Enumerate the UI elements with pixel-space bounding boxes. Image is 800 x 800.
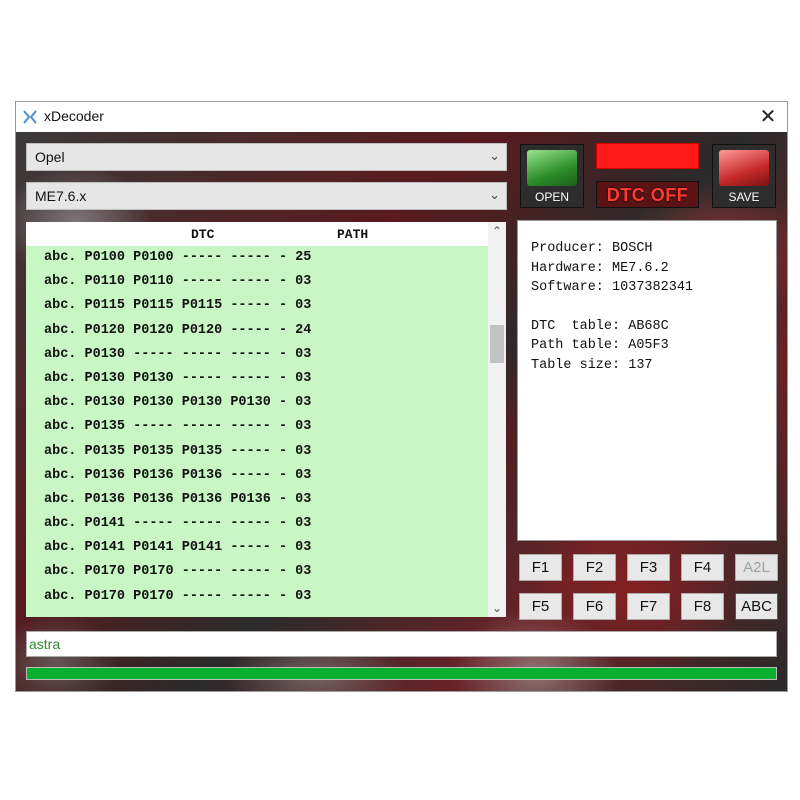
dtc-off-button[interactable]: DTC OFF (596, 181, 699, 208)
xdecoder-app-icon (23, 110, 37, 124)
list-item[interactable]: abc. P0135 P0135 P0135 ----- - 03 (26, 440, 488, 464)
title-bar: xDecoder ✕ (16, 102, 787, 132)
f6-button[interactable]: F6 (573, 593, 616, 620)
make-select-value: Opel (35, 149, 65, 165)
chevron-down-icon: ⌄ (489, 148, 500, 163)
scroll-thumb[interactable] (490, 325, 504, 363)
search-input[interactable]: astra (26, 631, 777, 657)
f5-button[interactable]: F5 (519, 593, 562, 620)
f3-button[interactable]: F3 (627, 554, 670, 581)
list-item[interactable]: abc. P0135 ----- ----- ----- - 03 (26, 415, 488, 439)
list-item[interactable]: abc. P0130 P0130 P0130 P0130 - 03 (26, 391, 488, 415)
ecu-select-value: ME7.6.x (35, 188, 87, 204)
column-header-dtc: DTC (191, 227, 215, 242)
info-dtc-table: DTC table: AB68C (531, 318, 669, 334)
info-producer: Producer: BOSCH (531, 241, 653, 256)
main-area: Opel ⌄ ME7.6.x ⌄ OPEN DTC OFF SAVE DTC P… (16, 132, 787, 691)
open-folder-icon (527, 150, 577, 186)
list-item[interactable]: abc. P0136 P0136 P0136 P0136 - 03 (26, 488, 488, 512)
dtc-rows: abc. P0100 P0100 ----- ----- - 25 abc. P… (26, 246, 488, 609)
list-item[interactable]: abc. P0110 P0110 ----- ----- - 03 (26, 270, 488, 294)
f2-button[interactable]: F2 (573, 554, 616, 581)
save-button-label: SAVE (728, 190, 760, 204)
ecu-select[interactable]: ME7.6.x ⌄ (26, 182, 507, 210)
app-window: xDecoder ✕ Opel ⌄ ME7.6.x ⌄ OPEN DTC OFF… (15, 101, 788, 692)
f1-button[interactable]: F1 (519, 554, 562, 581)
make-select[interactable]: Opel ⌄ (26, 143, 507, 171)
info-path-table: Path table: A05F3 (531, 338, 669, 353)
close-button[interactable]: ✕ (754, 104, 782, 130)
list-item[interactable]: abc. P0100 P0100 ----- ----- - 25 (26, 246, 488, 270)
list-scrollbar[interactable]: ⌃ ⌄ (488, 222, 506, 617)
save-button[interactable]: SAVE (712, 144, 776, 208)
a2l-button[interactable]: A2L (735, 554, 778, 581)
list-item[interactable]: abc. P0170 P0170 ----- ----- - 03 (26, 585, 488, 609)
dtc-list-header: DTC PATH (26, 222, 488, 246)
list-item[interactable]: abc. P0120 P0120 P0120 ----- - 24 (26, 319, 488, 343)
open-button-label: OPEN (534, 190, 569, 204)
f4-button[interactable]: F4 (681, 554, 724, 581)
ecu-info-panel: Producer: BOSCH Hardware: ME7.6.2 Softwa… (517, 220, 777, 541)
list-item[interactable]: abc. P0141 ----- ----- ----- - 03 (26, 512, 488, 536)
list-item[interactable]: abc. P0130 ----- ----- ----- - 03 (26, 343, 488, 367)
chevron-down-icon[interactable]: ⌄ (488, 599, 506, 617)
window-title: xDecoder (44, 108, 104, 124)
f7-button[interactable]: F7 (627, 593, 670, 620)
chevron-up-icon[interactable]: ⌃ (488, 222, 506, 240)
progress-fill (27, 668, 776, 679)
abc-button[interactable]: ABC (735, 593, 778, 620)
info-table-size: Table size: 137 (531, 357, 653, 373)
list-item[interactable]: abc. P0130 P0130 ----- ----- - 03 (26, 367, 488, 391)
progress-bar (26, 667, 777, 680)
list-item[interactable]: abc. P0170 P0170 ----- ----- - 03 (26, 560, 488, 584)
list-item[interactable]: abc. P0136 P0136 P0136 ----- - 03 (26, 464, 488, 488)
dtc-off-label: DTC OFF (606, 185, 689, 205)
save-disk-icon (719, 150, 769, 186)
status-indicator (596, 143, 699, 169)
dtc-list[interactable]: DTC PATH abc. P0100 P0100 ----- ----- - … (26, 222, 506, 617)
chevron-down-icon: ⌄ (489, 187, 500, 202)
close-icon: ✕ (759, 106, 777, 128)
f8-button[interactable]: F8 (681, 593, 724, 620)
info-software: Software: 1037382341 (531, 280, 694, 295)
list-item[interactable]: abc. P0141 P0141 P0141 ----- - 03 (26, 536, 488, 560)
list-item[interactable]: abc. P0115 P0115 P0115 ----- - 03 (26, 294, 488, 318)
open-button[interactable]: OPEN (520, 144, 584, 208)
column-header-path: PATH (337, 227, 369, 242)
info-hardware: Hardware: ME7.6.2 (531, 260, 669, 276)
